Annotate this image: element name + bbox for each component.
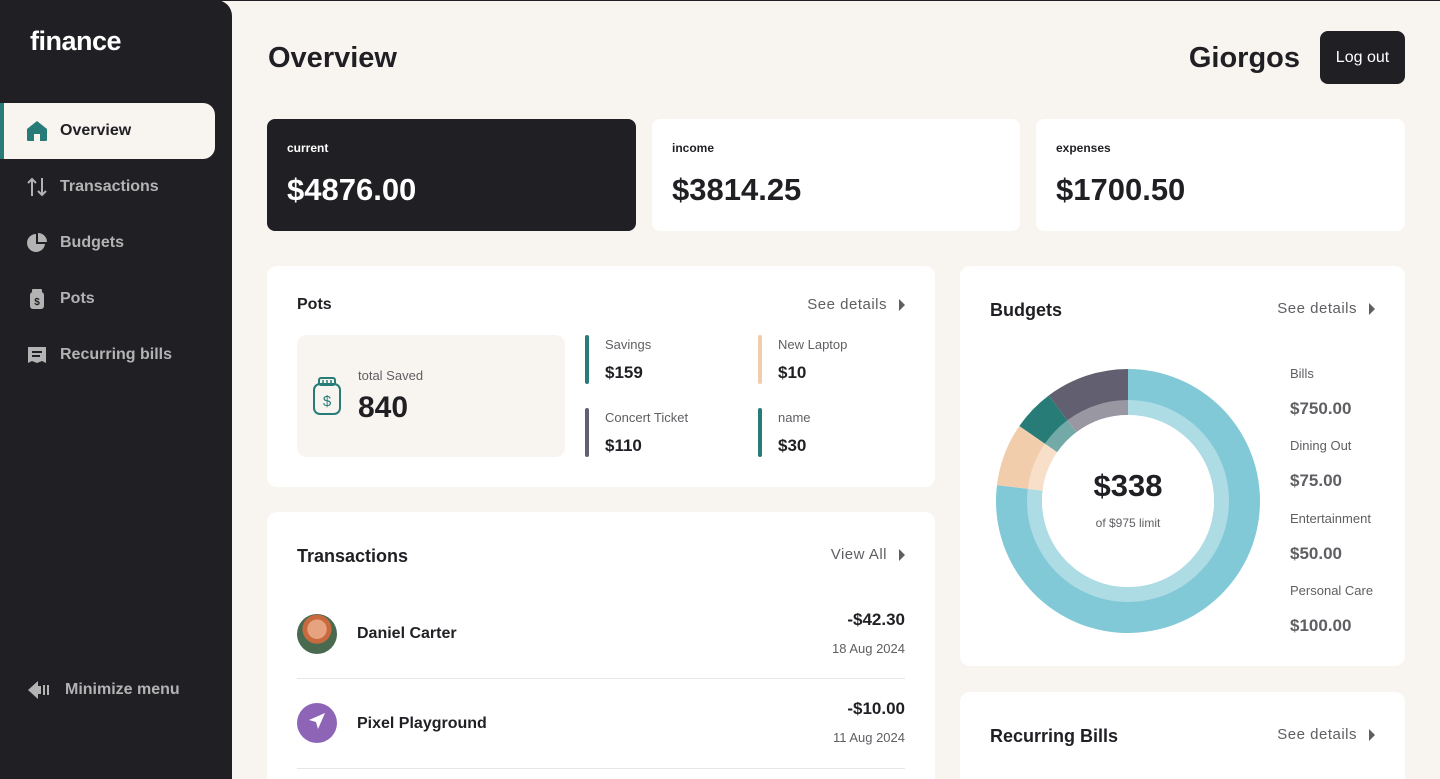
total-saved-card: $ total Saved 840 xyxy=(297,335,565,457)
budget-limit-text: of $975 limit xyxy=(1095,516,1161,530)
pot-item: Concert Ticket $110 xyxy=(585,408,688,457)
budget-legend-item: Bills $750.00 xyxy=(1290,366,1351,419)
transaction-date: 11 Aug 2024 xyxy=(832,730,905,745)
budget-legend-item: Personal Care $100.00 xyxy=(1290,583,1373,636)
legend-name: Entertainment xyxy=(1290,511,1371,526)
link-label: See details xyxy=(1277,726,1357,743)
budget-spent-value: $338 xyxy=(1093,468,1163,503)
minimize-menu-label: Minimize menu xyxy=(65,681,180,698)
current-balance-card: current $4876.00 xyxy=(267,119,636,231)
sidebar-item-pots[interactable]: $ Pots xyxy=(0,271,215,327)
avatar xyxy=(297,703,337,743)
pot-color-bar xyxy=(758,335,762,384)
svg-text:$: $ xyxy=(323,393,332,410)
pot-name: Savings xyxy=(605,337,652,352)
pot-amount: $10 xyxy=(778,363,807,382)
caret-right-icon xyxy=(1369,728,1375,741)
link-label: View All xyxy=(830,546,887,563)
transaction-name: Pixel Playground xyxy=(357,715,487,732)
total-saved-value: 840 xyxy=(358,391,409,424)
pots-see-details-link[interactable]: See details xyxy=(807,296,905,313)
receipt-icon xyxy=(26,344,48,366)
pots-title: Pots xyxy=(297,296,332,313)
pot-amount: $30 xyxy=(778,436,807,455)
recurring-bills-panel: Recurring Bills See details xyxy=(960,692,1405,779)
logout-button[interactable]: Log out xyxy=(1320,31,1405,84)
transaction-row[interactable]: Pixel Playground -$10.00 11 Aug 2024 xyxy=(297,679,905,769)
budgets-title: Budgets xyxy=(990,300,1062,320)
pot-amount: $110 xyxy=(605,436,642,455)
caret-right-icon xyxy=(899,548,905,561)
pot-name: name xyxy=(778,410,811,425)
caret-right-icon xyxy=(1369,302,1375,315)
budget-legend-item: Entertainment $50.00 xyxy=(1290,511,1371,564)
app-logo: finance xyxy=(30,26,122,56)
paper-plane-icon xyxy=(308,712,326,735)
link-label: See details xyxy=(807,296,887,313)
pot-name: Concert Ticket xyxy=(605,410,689,425)
card-label: current xyxy=(287,141,329,155)
sidebar-item-transactions[interactable]: Transactions xyxy=(0,159,215,215)
pot-color-bar xyxy=(585,408,589,457)
transactions-title: Transactions xyxy=(297,546,409,566)
legend-amount: $50.00 xyxy=(1290,544,1342,563)
expenses-card: expenses $1700.50 xyxy=(1036,119,1405,231)
pot-amount: $159 xyxy=(605,363,643,382)
legend-name: Dining Out xyxy=(1290,438,1352,453)
pot-item: name $30 xyxy=(758,408,811,457)
transaction-date: 18 Aug 2024 xyxy=(831,641,905,656)
avatar xyxy=(297,614,337,654)
caret-right-icon xyxy=(899,298,905,311)
arrows-up-down-icon xyxy=(26,176,48,198)
legend-name: Personal Care xyxy=(1290,583,1374,598)
total-saved-label: total Saved xyxy=(358,368,424,383)
jar-icon: $ xyxy=(26,288,48,310)
transaction-amount: -$10.00 xyxy=(847,699,905,718)
legend-amount: $750.00 xyxy=(1290,399,1352,418)
svg-text:$: $ xyxy=(34,297,40,308)
sidebar: finance Overview Transactions Budgets $ … xyxy=(0,0,232,779)
transaction-amount: -$42.30 xyxy=(847,610,905,629)
legend-amount: $100.00 xyxy=(1290,616,1352,635)
link-label: See details xyxy=(1277,300,1357,317)
sidebar-item-recurring-bills[interactable]: Recurring bills xyxy=(0,327,215,383)
pot-color-bar xyxy=(585,335,589,384)
transaction-row[interactable]: Daniel Carter -$42.30 18 Aug 2024 xyxy=(297,589,905,679)
minimize-menu-button[interactable]: Minimize menu xyxy=(27,678,180,702)
pot-item: New Laptop $10 xyxy=(758,335,847,384)
sidebar-item-overview[interactable]: Overview xyxy=(0,103,215,159)
budgets-see-details-link[interactable]: See details xyxy=(1277,300,1375,317)
sidebar-item-label: Overview xyxy=(60,122,132,139)
pie-chart-icon xyxy=(26,232,48,254)
budgets-panel: Budgets See details $338 of $975 limit B… xyxy=(960,266,1405,666)
transaction-name: Daniel Carter xyxy=(357,625,457,642)
card-value: $3814.25 xyxy=(672,172,802,207)
pots-panel: Pots See details $ total Saved 840 Savin… xyxy=(267,266,935,487)
budget-legend-item: Dining Out $75.00 xyxy=(1290,438,1351,491)
card-value: $4876.00 xyxy=(287,172,417,207)
card-label: income xyxy=(672,141,715,155)
legend-amount: $75.00 xyxy=(1290,471,1342,490)
legend-name: Bills xyxy=(1290,366,1314,381)
transactions-panel: Transactions View All Daniel Carter -$42… xyxy=(267,512,935,779)
income-card: income $3814.25 xyxy=(652,119,1020,231)
sidebar-item-label: Transactions xyxy=(60,178,159,195)
sidebar-item-label: Recurring bills xyxy=(60,346,173,363)
recurring-bills-see-details-link[interactable]: See details xyxy=(1277,726,1375,743)
page-title: Overview xyxy=(268,42,397,74)
sidebar-item-label: Budgets xyxy=(60,234,124,251)
recurring-bills-title: Recurring Bills xyxy=(990,726,1119,746)
pot-color-bar xyxy=(758,408,762,457)
card-value: $1700.50 xyxy=(1056,172,1186,207)
arrow-left-icon xyxy=(27,678,51,702)
jar-icon: $ xyxy=(311,376,343,421)
home-icon xyxy=(26,120,48,142)
user-name: Giorgos xyxy=(1188,42,1300,74)
pot-item: Savings $159 xyxy=(585,335,651,384)
card-label: expenses xyxy=(1056,141,1111,155)
transactions-view-all-link[interactable]: View All xyxy=(831,546,905,563)
sidebar-item-budgets[interactable]: Budgets xyxy=(0,215,215,271)
sidebar-item-label: Pots xyxy=(60,290,95,307)
pot-name: New Laptop xyxy=(778,337,848,352)
